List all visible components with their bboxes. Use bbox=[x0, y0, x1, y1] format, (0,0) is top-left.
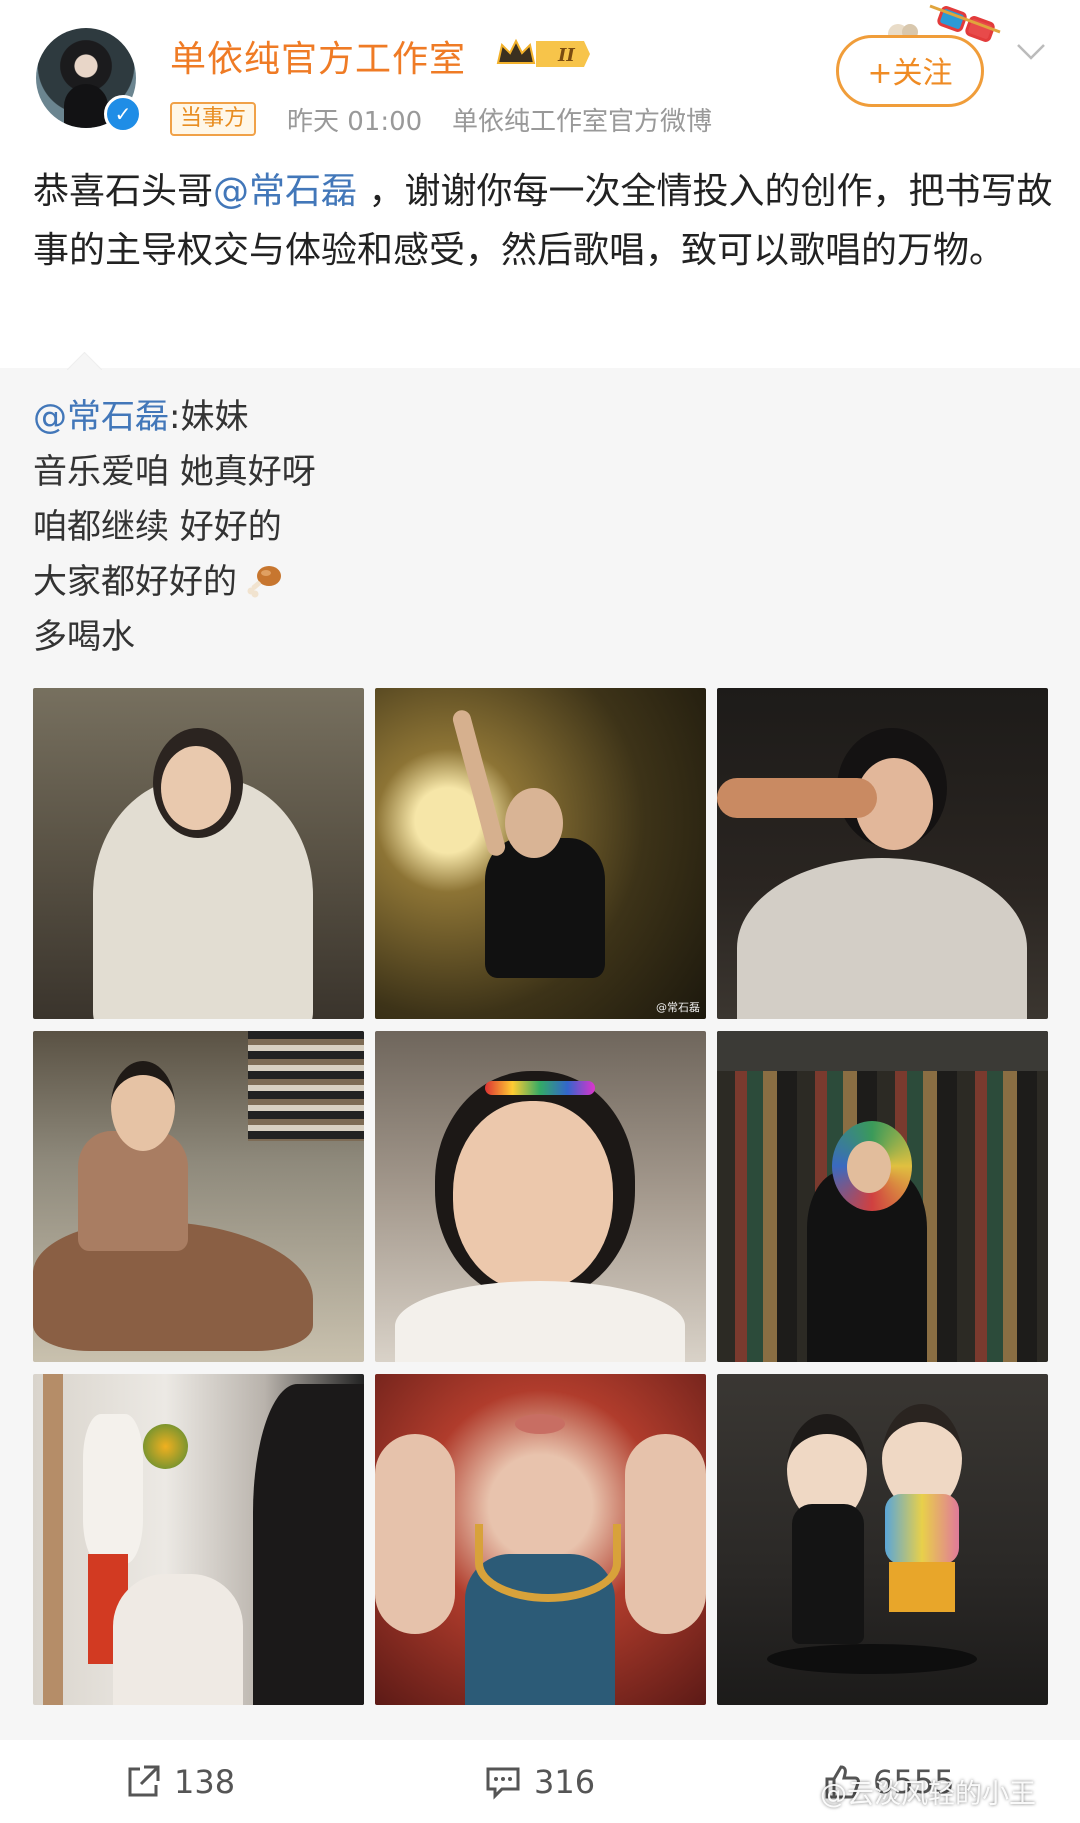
verified-badge-icon: ✓ bbox=[104, 95, 142, 133]
repost-line-3: 咱都继续 好好的 bbox=[33, 507, 282, 547]
post-header: ✓ 单依纯官方工作室 II 当事方 昨天 01:00 单依纯工作室官方微博 +关… bbox=[0, 0, 1080, 140]
photo-5-headband bbox=[485, 1081, 595, 1095]
photo-4[interactable] bbox=[33, 1031, 364, 1362]
comment-button[interactable]: 316 bbox=[484, 1758, 595, 1806]
photo-8[interactable] bbox=[375, 1374, 706, 1705]
drumstick-emoji-icon bbox=[247, 566, 281, 598]
photo-3[interactable] bbox=[717, 688, 1048, 1019]
photo-8-necklace bbox=[475, 1524, 621, 1602]
photo-8-lips bbox=[515, 1414, 565, 1434]
repost-text: @常石磊:妹妹 音乐爱咱 她真好呀 咱都继续 好好的 大家都好好的 多喝水 bbox=[33, 390, 1033, 665]
photo-7-door bbox=[43, 1374, 63, 1705]
chevron-down-icon[interactable] bbox=[1016, 42, 1046, 62]
photo-9-base bbox=[767, 1644, 977, 1674]
comment-icon bbox=[486, 1767, 520, 1800]
repost-line-4-text: 大家都好好的 bbox=[33, 562, 237, 602]
photo-5[interactable] bbox=[375, 1031, 706, 1362]
photo-2-arm bbox=[450, 708, 508, 858]
photo-6[interactable] bbox=[717, 1031, 1048, 1362]
photo-5-face bbox=[453, 1101, 613, 1291]
photo-7-photographer bbox=[113, 1574, 243, 1705]
photo-9[interactable] bbox=[717, 1374, 1048, 1705]
follow-button[interactable]: +关注 bbox=[836, 35, 984, 107]
repost-icon bbox=[128, 1765, 160, 1797]
repost-first-line: :妹妹 bbox=[169, 397, 249, 437]
photo-7-figure bbox=[83, 1414, 143, 1564]
photo-1[interactable] bbox=[33, 688, 364, 1019]
photo-4-face bbox=[111, 1061, 175, 1151]
photo-7[interactable] bbox=[33, 1374, 364, 1705]
repost-count: 138 bbox=[174, 1763, 236, 1801]
photo-7-flowers bbox=[143, 1424, 188, 1469]
photo-9-boy-shorts bbox=[889, 1562, 955, 1612]
vip-crown-icon[interactable]: II bbox=[496, 37, 592, 71]
source-watermark: @云淡风轻的小王 bbox=[820, 1779, 1036, 1810]
photo-5-shirt bbox=[395, 1281, 685, 1362]
photo-8-hand-left bbox=[375, 1434, 455, 1634]
photo-grid: @常石磊 bbox=[33, 688, 1048, 1705]
repost-author-link[interactable]: @常石磊 bbox=[33, 397, 169, 437]
photo-2[interactable]: @常石磊 bbox=[375, 688, 706, 1019]
role-tag: 当事方 bbox=[170, 102, 257, 136]
mention-link[interactable]: @常石磊 bbox=[213, 171, 357, 212]
photo-3-hand bbox=[717, 778, 877, 818]
photo-2-face bbox=[505, 788, 563, 858]
repost-line-4: 大家都好好的 bbox=[33, 555, 1033, 610]
vip-level-text: II bbox=[557, 45, 575, 66]
photo-2-body bbox=[485, 838, 605, 978]
comment-count: 316 bbox=[534, 1763, 596, 1801]
photo-9-girl-body bbox=[792, 1504, 864, 1644]
repost-line-1: @常石磊:妹妹 bbox=[33, 390, 1033, 445]
post-source[interactable]: 单依纯工作室官方微博 bbox=[452, 101, 712, 138]
photo-1-face bbox=[161, 746, 231, 830]
photo-9-boy-shirt bbox=[885, 1494, 959, 1564]
photo-6-face bbox=[847, 1141, 891, 1193]
repost-button[interactable]: 138 bbox=[124, 1758, 235, 1806]
photo-3-cape bbox=[737, 858, 1027, 1019]
post-text: 恭喜石头哥@常石磊 ，谢谢你每一次全情投入的创作，把书写故事的主导权交与体验和感… bbox=[33, 162, 1053, 280]
repost-line-2: 音乐爱咱 她真好呀 bbox=[33, 452, 316, 492]
photo-7-person bbox=[253, 1384, 364, 1705]
repost-line-5: 多喝水 bbox=[33, 617, 135, 657]
photo-8-hand-right bbox=[625, 1434, 706, 1634]
post-time: 昨天 01:00 bbox=[287, 107, 423, 137]
post-text-start: 恭喜石头哥 bbox=[33, 171, 214, 212]
avatar-figure bbox=[64, 84, 108, 128]
photo-2-watermark: @常石磊 bbox=[656, 1001, 700, 1014]
photo-6-shelf bbox=[717, 1031, 1048, 1071]
photo-4-books bbox=[248, 1031, 364, 1141]
account-name[interactable]: 单依纯官方工作室 bbox=[170, 30, 466, 82]
